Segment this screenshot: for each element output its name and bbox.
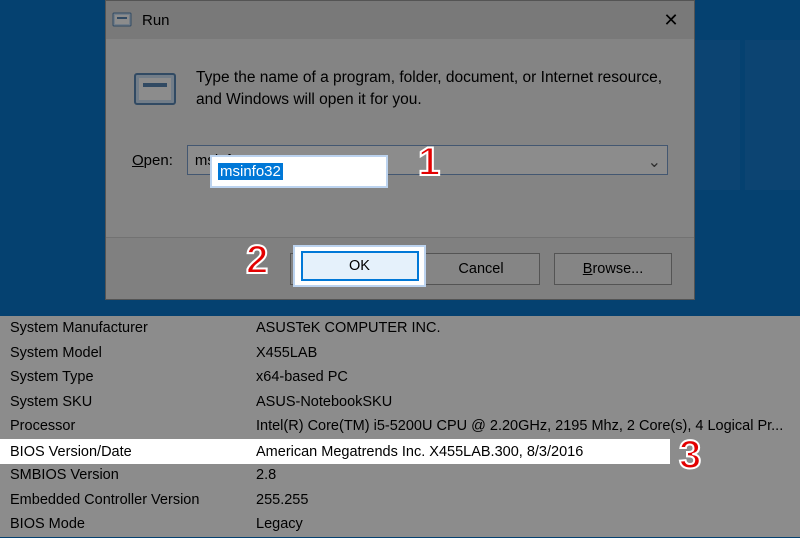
callout-1: 1 bbox=[418, 140, 440, 185]
callout-2: 2 bbox=[246, 238, 268, 283]
highlight-open-input: msinfo32 bbox=[210, 155, 388, 188]
bios-row-key: BIOS Version/Date bbox=[10, 444, 256, 460]
bios-row-val: American Megatrends Inc. X455LAB.300, 8/… bbox=[256, 444, 583, 460]
callout-3: 3 bbox=[679, 433, 701, 478]
open-input-selected-text: msinfo32 bbox=[218, 163, 283, 180]
ok-button-bright[interactable]: OK bbox=[301, 251, 419, 281]
highlight-ok-button: OK bbox=[293, 245, 426, 287]
highlight-bios-row: BIOS Version/Date American Megatrends In… bbox=[0, 439, 670, 464]
